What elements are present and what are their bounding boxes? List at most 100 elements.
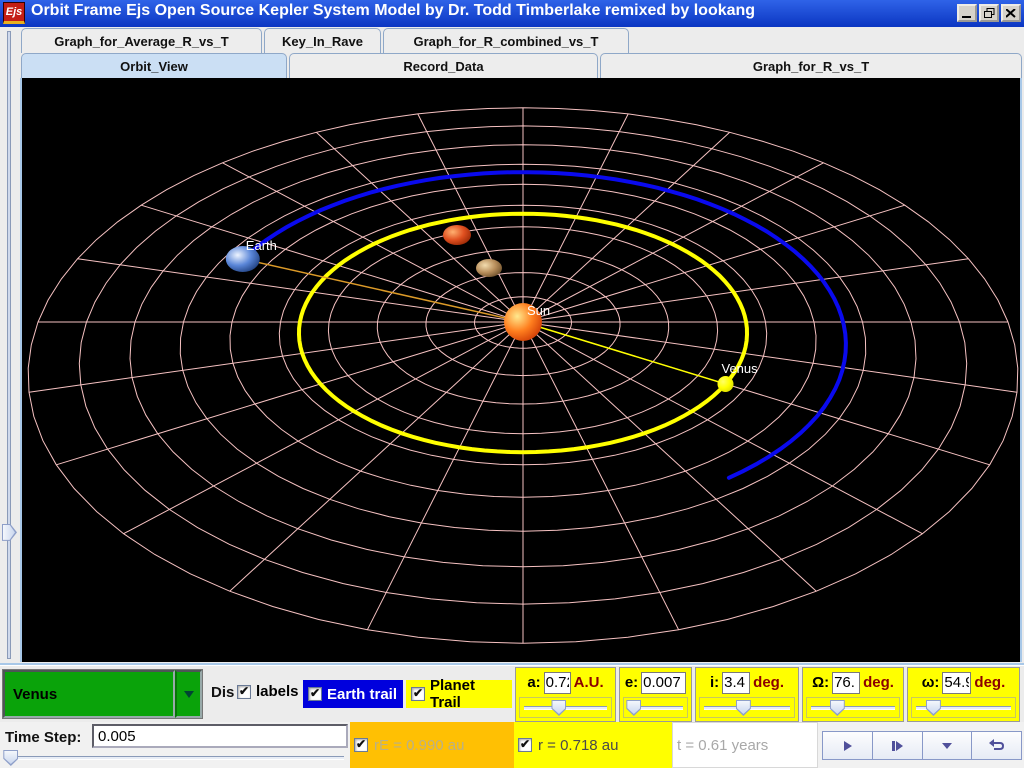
param-Omega-slider[interactable] xyxy=(806,697,900,718)
param-a-slider[interactable] xyxy=(519,697,612,718)
param-omega-slider-thumb[interactable] xyxy=(926,700,941,716)
r-checkbox[interactable] xyxy=(518,738,532,752)
param-a-label: a: xyxy=(527,674,540,691)
tab-graph-for-average-r-vs-t[interactable]: Graph_for_Average_R_vs_T xyxy=(21,28,262,53)
param-a-unit: A.U. xyxy=(574,674,604,691)
param-Omega-input[interactable] xyxy=(832,672,860,694)
earth-trail-checkbox[interactable] xyxy=(308,687,322,701)
more-options-button[interactable] xyxy=(923,732,973,759)
r-readout-panel: r = 0.718 au xyxy=(514,722,672,768)
param-e-slider-thumb[interactable] xyxy=(626,700,641,716)
chevron-down-icon xyxy=(940,740,954,752)
restore-button[interactable] xyxy=(979,4,999,22)
param-i-unit: deg. xyxy=(753,674,784,691)
param-Omega-unit: deg. xyxy=(863,674,894,691)
rE-checkbox[interactable] xyxy=(354,738,368,752)
ejs-logo-icon: Ejs xyxy=(3,2,25,24)
playback-bar xyxy=(822,731,1022,760)
orbit-3d-panel: Earth Sun Venus xyxy=(20,78,1022,662)
time-step-label: Time Step: xyxy=(5,729,81,746)
tab-key-in-rave[interactable]: Key_In_Rave xyxy=(264,28,381,53)
planet-sphere-a xyxy=(443,225,471,245)
planet-select-arrow[interactable] xyxy=(175,670,202,718)
grid-spoke xyxy=(141,205,523,322)
param-i-slider[interactable] xyxy=(699,697,795,718)
view-tilt-slider-track[interactable] xyxy=(7,31,11,659)
planet-trail-label: Planet Trail xyxy=(430,677,507,711)
minimize-icon xyxy=(962,9,972,18)
param-e-label: e: xyxy=(625,674,638,691)
param-omega-input[interactable] xyxy=(942,672,971,694)
control-row-time: Time Step: rE = 0.990 au r = 0.718 au t … xyxy=(0,722,1024,768)
grid-spoke xyxy=(56,322,523,465)
tab-record-data[interactable]: Record_Data xyxy=(289,53,598,78)
earth-trail-toggle: Earth trail xyxy=(303,680,403,708)
param-omega-slider[interactable] xyxy=(911,697,1016,718)
minimize-button[interactable] xyxy=(957,4,977,22)
app-window: Ejs Orbit Frame Ejs Open Source Kepler S… xyxy=(0,0,1024,768)
param-i-input[interactable] xyxy=(722,672,750,694)
venus xyxy=(718,376,734,392)
param-panel-a: a: A.U. xyxy=(515,667,616,722)
play-button[interactable] xyxy=(823,732,873,759)
param-a-slider-thumb[interactable] xyxy=(551,700,566,716)
close-button[interactable] xyxy=(1001,4,1021,22)
step-forward-icon xyxy=(889,739,905,753)
view-tilt-slider[interactable] xyxy=(0,28,20,662)
tab-row-upper: Graph_for_Average_R_vs_T Key_In_Rave Gra… xyxy=(0,28,1024,53)
param-omega-unit: deg. xyxy=(974,674,1005,691)
reset-button[interactable] xyxy=(972,732,1021,759)
tab-graph-for-r-vs-t[interactable]: Graph_for_R_vs_T xyxy=(600,53,1022,78)
planet-select-value[interactable]: Venus xyxy=(3,670,175,718)
param-panel-i: i: deg. xyxy=(695,667,799,722)
labels-checkbox[interactable] xyxy=(237,685,251,699)
play-icon xyxy=(840,739,854,753)
control-row-planet: Venus Dis labels Earth trail Planet Trai… xyxy=(0,665,1024,722)
param-panel-Omega: Ω: deg. xyxy=(802,667,904,722)
r-readout: r = 0.718 au xyxy=(538,737,618,754)
param-e-slider[interactable] xyxy=(623,697,688,718)
earth-trail-label: Earth trail xyxy=(327,686,397,703)
orbit-viewport: Earth Sun Venus xyxy=(0,78,1024,665)
title-bar: Ejs Orbit Frame Ejs Open Source Kepler S… xyxy=(0,0,1024,27)
param-panel-omega: ω: deg. xyxy=(907,667,1020,722)
planet-select[interactable]: Venus xyxy=(2,669,203,719)
param-i-slider-thumb[interactable] xyxy=(736,700,751,716)
planet-sphere-b xyxy=(476,259,502,277)
orbit-canvas[interactable]: Earth Sun Venus xyxy=(22,78,1020,662)
rE-readout: rE = 0.990 au xyxy=(374,737,464,754)
grid-spoke xyxy=(523,322,922,534)
sun-venus-radius-line xyxy=(523,322,726,384)
time-step-slider[interactable] xyxy=(0,748,348,767)
param-panel-e: e: xyxy=(619,667,692,722)
param-Omega-slider-thumb[interactable] xyxy=(830,700,845,716)
tab-orbit-view[interactable]: Orbit_View xyxy=(21,53,287,78)
chevron-down-icon xyxy=(184,691,194,698)
labels-checkbox-row: labels xyxy=(237,683,299,700)
view-tilt-slider-thumb[interactable] xyxy=(2,524,17,541)
rE-readout-panel: rE = 0.990 au xyxy=(350,722,514,768)
param-e-input[interactable] xyxy=(641,672,686,694)
param-Omega-label: Ω: xyxy=(812,674,829,691)
restore-icon xyxy=(984,8,995,18)
labels-checkbox-label: labels xyxy=(256,683,299,700)
venus-label: Venus xyxy=(722,361,759,376)
display-label: Dis xyxy=(211,684,235,701)
grid-spoke xyxy=(523,205,905,322)
grid-spoke xyxy=(367,322,523,630)
earth-label: Earth xyxy=(246,238,277,253)
planet-trail-toggle: Planet Trail xyxy=(406,680,512,708)
sun-label: Sun xyxy=(527,303,550,318)
grid-spoke xyxy=(523,322,679,630)
tab-graph-for-r-combined-vs-t[interactable]: Graph_for_R_combined_vs_T xyxy=(383,28,629,53)
tab-row-lower: Orbit_View Record_Data Graph_for_R_vs_T xyxy=(0,53,1024,78)
grid-spoke xyxy=(124,322,523,534)
time-step-input[interactable] xyxy=(92,724,348,748)
close-icon xyxy=(1006,9,1016,18)
param-a-input[interactable] xyxy=(544,672,571,694)
time-step-slider-thumb[interactable] xyxy=(3,750,18,766)
planet-trail-checkbox[interactable] xyxy=(411,687,425,701)
param-i-label: i: xyxy=(710,674,719,691)
step-button[interactable] xyxy=(873,732,923,759)
reset-icon xyxy=(988,738,1006,753)
